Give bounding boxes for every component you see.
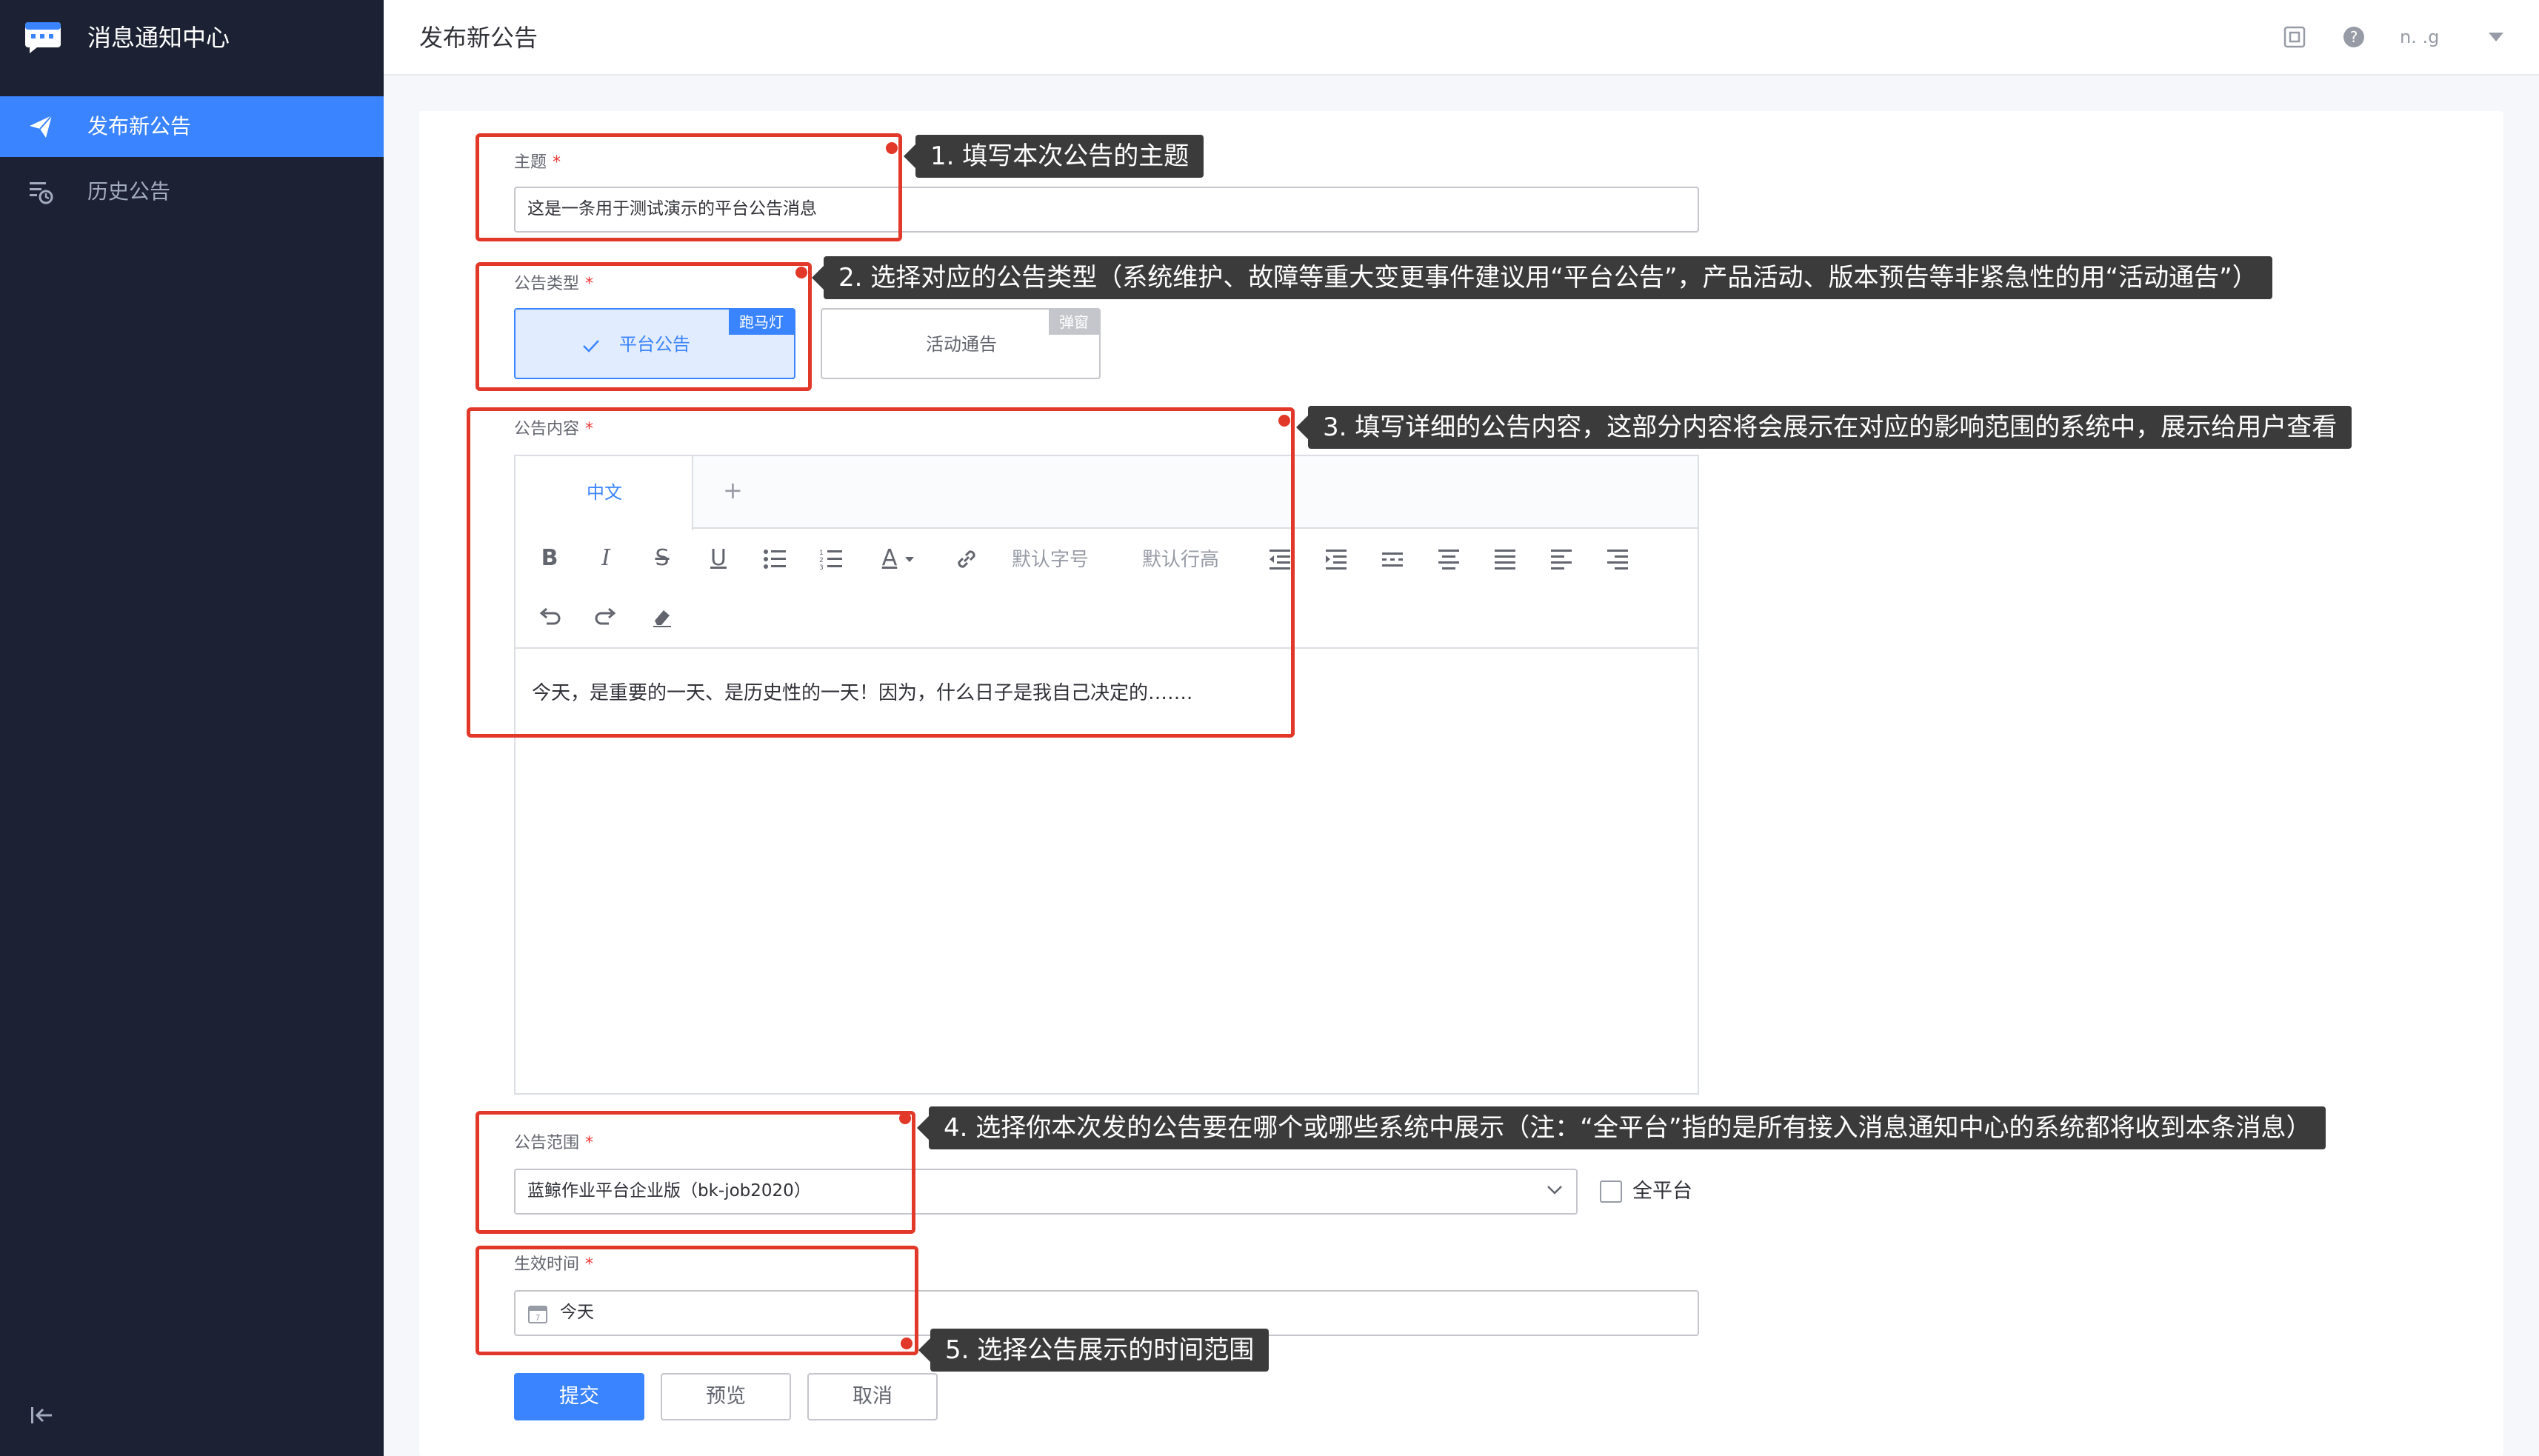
- annotation-box-scope: [476, 1111, 915, 1234]
- horizontal-rule-icon[interactable]: [1381, 548, 1404, 570]
- annotation-callout-type: 2. 选择对应的公告类型（系统维护、故障等重大变更事件建议用“平台公告”，产品活…: [812, 256, 2272, 299]
- help-icon[interactable]: ?: [2342, 25, 2366, 49]
- indent-icon[interactable]: [1324, 548, 1348, 570]
- collapse-left-icon[interactable]: [30, 1404, 55, 1426]
- sidebar-item-publish[interactable]: 发布新公告: [0, 96, 384, 157]
- type-option-label: 活动通告: [926, 334, 997, 355]
- sidebar: 消息通知中心 发布新公告 历史公告: [0, 0, 384, 1456]
- preview-button[interactable]: 预览: [661, 1373, 791, 1420]
- type-tag: 弹窗: [1049, 310, 1099, 335]
- align-center-icon[interactable]: [1437, 548, 1461, 570]
- sidebar-item-label: 历史公告: [87, 179, 171, 204]
- annotation-box-type: [476, 262, 812, 391]
- annotation-callout-time: 5. 选择公告展示的时间范围: [918, 1329, 1270, 1372]
- annotation-dot: [899, 1112, 911, 1124]
- all-platform-checkbox[interactable]: [1600, 1181, 1622, 1203]
- annotation-box-subject: [476, 133, 902, 241]
- align-justify-icon[interactable]: [1493, 548, 1517, 570]
- sidebar-item-history[interactable]: 历史公告: [0, 161, 384, 222]
- annotation-callout-content: 3. 填写详细的公告内容，这部分内容将会展示在对应的影响范围的系统中，展示给用户…: [1295, 406, 2352, 449]
- annotation-dot: [1278, 415, 1290, 427]
- history-list-icon: [30, 182, 53, 204]
- chat-logo-icon: [25, 22, 61, 53]
- page-title: 发布新公告: [419, 24, 538, 52]
- user-name[interactable]: n. .g: [2400, 24, 2439, 50]
- annotation-dot: [886, 142, 898, 154]
- top-header: 发布新公告 ? n. .g: [384, 0, 2539, 76]
- cancel-button[interactable]: 取消: [807, 1373, 938, 1420]
- type-option-activity[interactable]: 活动通告 弹窗: [821, 308, 1101, 379]
- svg-text:?: ?: [2350, 28, 2358, 46]
- sidebar-item-label: 发布新公告: [87, 114, 192, 138]
- annotation-dot: [901, 1338, 912, 1349]
- align-right-icon[interactable]: [1606, 548, 1629, 570]
- submit-button[interactable]: 提交: [514, 1373, 644, 1420]
- send-icon: [30, 115, 53, 138]
- annotation-callout-subject: 1. 填写本次公告的主题: [903, 135, 1204, 178]
- align-left-icon[interactable]: [1549, 548, 1573, 570]
- chevron-down-icon: [1547, 1186, 1562, 1195]
- screen-capture-icon[interactable]: [2283, 25, 2306, 49]
- annotation-callout-scope: 4. 选择你本次发的公告要在哪个或哪些系统中展示（注：“全平台”指的是所有接入消…: [916, 1106, 2326, 1149]
- app-title: 消息通知中心: [87, 24, 230, 52]
- annotation-box-time: [476, 1246, 918, 1355]
- brand: 消息通知中心: [0, 0, 384, 77]
- annotation-dot: [795, 267, 807, 278]
- chevron-down-icon[interactable]: [2489, 33, 2503, 41]
- annotation-box-content: [467, 407, 1295, 738]
- all-platform-label[interactable]: 全平台: [1632, 1178, 1692, 1206]
